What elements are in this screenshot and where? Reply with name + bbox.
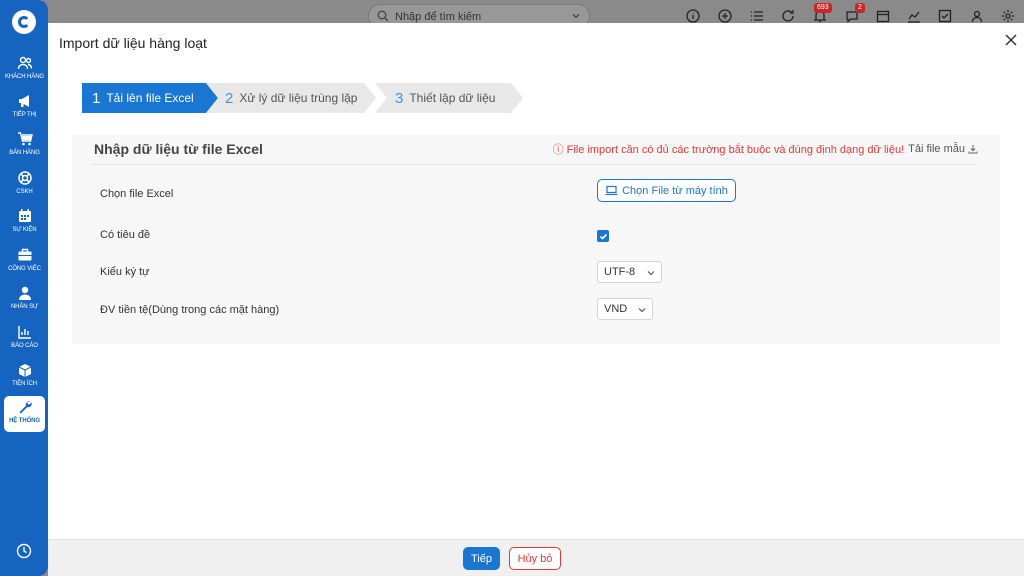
- clock-icon[interactable]: [16, 543, 32, 559]
- next-button[interactable]: Tiếp: [463, 547, 500, 570]
- app-logo[interactable]: [12, 10, 36, 34]
- charset-value: UTF-8: [604, 266, 636, 278]
- step-label: Xử lý dữ liệu trùng lặp: [239, 91, 358, 105]
- list-icon[interactable]: [750, 9, 764, 23]
- calendar-icon: [18, 209, 31, 222]
- sidebar: KHÁCH HÀNG TIẾP THỊ BÁN HÀNG CSKH SỰ KIỆ…: [0, 0, 48, 576]
- divider: [92, 164, 976, 165]
- sidebar-item-cong-viec[interactable]: CÔNG VIỆC: [4, 244, 45, 280]
- person-icon: [18, 286, 31, 300]
- panel-title: Nhập dữ liệu từ file Excel: [94, 141, 263, 157]
- chevron-down-icon: [572, 14, 580, 19]
- top-header: Nhập để tìm kiếm 693 2: [48, 0, 1024, 28]
- chart-line-icon[interactable]: [907, 9, 921, 23]
- download-icon[interactable]: [968, 144, 978, 154]
- info-icon[interactable]: [686, 9, 700, 23]
- sidebar-item-tiep-thi[interactable]: TIẾP THỊ: [4, 90, 45, 126]
- step-label: Tải lên file Excel: [106, 91, 194, 105]
- users-icon: [17, 56, 32, 70]
- sidebar-item-bao-cao[interactable]: BÁO CÁO: [4, 321, 45, 357]
- sidebar-item-cskh[interactable]: CSKH: [4, 167, 45, 203]
- megaphone-icon: [18, 95, 29, 107]
- sidebar-item-tien-ich[interactable]: TIỆN ÍCH: [4, 359, 45, 395]
- step-label: Thiết lập dữ liệu: [409, 91, 496, 105]
- sidebar-item-label: CÔNG VIỆC: [8, 266, 41, 272]
- currency-value: VND: [604, 303, 628, 315]
- sidebar-item-label: BÁO CÁO: [11, 343, 38, 349]
- sidebar-item-khach-hang[interactable]: KHÁCH HÀNG: [4, 52, 45, 88]
- sidebar-item-label: BÁN HÀNG: [9, 150, 40, 156]
- charset-select[interactable]: UTF-8: [597, 261, 662, 283]
- sidebar-item-label: KHÁCH HÀNG: [4, 74, 44, 80]
- download-template-link[interactable]: Tải file mẫu: [908, 143, 965, 155]
- close-icon[interactable]: [1004, 33, 1018, 47]
- import-modal: Import dữ liệu hàng loạt 1 Tải lên file …: [48, 23, 1024, 576]
- step-duplicate-handling[interactable]: 2 Xử lý dữ liệu trùng lặp: [206, 83, 376, 113]
- cancel-button[interactable]: Hủy bỏ: [509, 547, 561, 570]
- currency-select[interactable]: VND: [597, 298, 653, 320]
- step-data-setup[interactable]: 3 Thiết lập dữ liệu: [375, 83, 523, 113]
- task-check-icon[interactable]: [938, 9, 952, 23]
- sidebar-item-label: NHÂN SỰ: [10, 304, 39, 310]
- search-icon: [377, 10, 389, 22]
- add-circle-icon[interactable]: [718, 9, 732, 23]
- notification-badge: 693: [814, 3, 832, 13]
- excel-import-panel: Nhập dữ liệu từ file Excel ⓘ File import…: [72, 135, 1000, 344]
- modal-footer: Tiếp Hủy bỏ: [48, 539, 1024, 576]
- sidebar-item-ban-hang[interactable]: BÁN HÀNG: [4, 128, 45, 164]
- has-header-label: Có tiêu đề: [100, 229, 151, 241]
- sidebar-item-label: TIẾP THỊ: [12, 112, 37, 118]
- choose-file-label: Chọn file Excel: [100, 188, 174, 200]
- wrench-icon: [19, 401, 32, 414]
- user-icon[interactable]: [970, 9, 984, 23]
- refresh-icon[interactable]: [781, 9, 795, 23]
- required-fields-note: ⓘ File import cần có đủ các trường bắt b…: [553, 141, 978, 157]
- lifebuoy-icon: [17, 171, 32, 185]
- choose-file-button[interactable]: Chọn File từ máy tính: [597, 179, 736, 202]
- chat-badge: 2: [855, 3, 865, 13]
- sidebar-item-label: HỆ THỐNG: [9, 418, 40, 424]
- sidebar-item-label: CSKH: [16, 189, 33, 195]
- has-header-checkbox[interactable]: [597, 230, 609, 242]
- sidebar-item-su-kien[interactable]: SỰ KIỆN: [4, 205, 45, 241]
- sidebar-item-he-thong[interactable]: HỆ THỐNG: [4, 396, 45, 432]
- briefcase-icon: [18, 248, 31, 261]
- sidebar-item-label: TIỆN ÍCH: [12, 381, 37, 387]
- step-number: 2: [225, 89, 234, 107]
- sidebar-item-label: SỰ KIỆN: [12, 227, 37, 233]
- report-icon: [17, 326, 31, 339]
- charset-label: Kiểu ký tự: [100, 266, 150, 278]
- step-number: 1: [92, 89, 101, 107]
- checkmark-icon: [599, 233, 607, 240]
- gear-icon[interactable]: [1001, 9, 1015, 23]
- sidebar-item-nhan-su[interactable]: NHÂN SỰ: [4, 282, 45, 318]
- currency-label: ĐV tiền tệ(Dùng trong các mặt hàng): [100, 304, 280, 316]
- step-number: 3: [395, 89, 404, 107]
- chevron-down-icon: [638, 308, 646, 313]
- box-icon: [18, 364, 31, 377]
- modal-title: Import dữ liệu hàng loạt: [59, 35, 207, 51]
- chevron-down-icon: [647, 271, 655, 276]
- search-placeholder: Nhập để tìm kiếm: [395, 11, 482, 23]
- note-text: ⓘ File import cần có đủ các trường bắt b…: [552, 144, 905, 156]
- step-upload-excel[interactable]: 1 Tải lên file Excel: [82, 83, 218, 113]
- laptop-icon: [605, 185, 618, 196]
- choose-file-button-label: Chọn File từ máy tính: [622, 184, 728, 197]
- calendar-icon[interactable]: [876, 9, 890, 23]
- cart-icon: [17, 132, 33, 146]
